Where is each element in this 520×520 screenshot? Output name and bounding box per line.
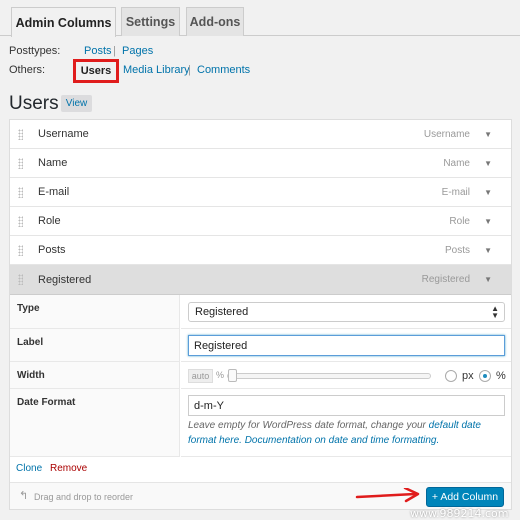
others-label: Others:	[9, 64, 46, 76]
drag-handle-icon[interactable]	[18, 274, 23, 285]
nav-link-media-library[interactable]: Media Library	[123, 64, 190, 76]
add-column-button[interactable]: + Add Column	[426, 487, 504, 507]
label-input-value: Registered	[194, 339, 248, 352]
width-unit-mark: %	[216, 370, 225, 380]
tab-settings[interactable]: Settings	[121, 7, 180, 36]
caret-down-icon[interactable]: ▼	[484, 217, 492, 226]
type-select[interactable]: Registered ▲ ▼	[188, 302, 505, 322]
column-type: Name	[443, 157, 470, 169]
tab-add-ons[interactable]: Add-ons	[186, 7, 244, 36]
date-format-cell: d-m-Y Leave empty for WordPress date for…	[181, 389, 511, 457]
column-type: E-mail	[441, 186, 470, 198]
caret-down-icon[interactable]: ▼	[484, 246, 492, 255]
date-format-value: d-m-Y	[194, 399, 224, 412]
width-unit-percent-radio[interactable]	[479, 370, 491, 382]
nav-link-posts[interactable]: Posts	[84, 45, 112, 57]
label-cell: Registered	[181, 329, 511, 362]
drag-handle-icon[interactable]	[18, 187, 23, 198]
width-slider-track[interactable]	[227, 373, 431, 379]
tab-admin-columns[interactable]: Admin Columns	[11, 7, 116, 37]
column-type: Posts	[444, 244, 470, 256]
caret-down-icon[interactable]: ▼	[484, 275, 492, 284]
nav-separator: |	[188, 64, 191, 76]
type-label: Type	[10, 295, 180, 329]
annotation-arrow-icon	[355, 488, 420, 503]
drag-handle-icon[interactable]	[18, 158, 23, 169]
date-format-input[interactable]: d-m-Y	[188, 395, 505, 416]
column-type: Role	[449, 215, 470, 227]
caret-down-icon[interactable]: ▼	[484, 159, 492, 168]
drag-handle-icon[interactable]	[18, 129, 23, 140]
caret-down-icon[interactable]: ▼	[484, 130, 492, 139]
caret-down-icon[interactable]: ▼	[484, 188, 492, 197]
tab-bar: Admin Columns Settings Add-ons	[0, 0, 520, 37]
column-row-username[interactable]: Username Username ▼	[10, 120, 511, 149]
width-cell: auto % px %	[181, 362, 511, 389]
column-row-role[interactable]: Role Role ▼	[10, 207, 511, 236]
width-label: Width	[10, 362, 180, 389]
drag-handle-icon[interactable]	[18, 245, 23, 256]
columns-panel: Username Username ▼ Name Name ▼ E-mail E…	[9, 119, 512, 510]
panel-footer: ↰ Drag and drop to reorder + Add Column	[10, 482, 511, 509]
drag-reorder-icon: ↰	[19, 490, 29, 502]
hint-text: Leave empty for WordPress date format, c…	[188, 420, 426, 431]
date-format-hint: Leave empty for WordPress date format, c…	[188, 418, 508, 448]
drag-hint: Drag and drop to reorder	[34, 492, 134, 502]
width-unit-px-label: px	[462, 370, 474, 382]
type-select-value: Registered	[195, 306, 249, 318]
remove-link[interactable]: Remove	[50, 463, 87, 474]
drag-handle-icon[interactable]	[18, 216, 23, 227]
column-label: Name	[38, 157, 68, 169]
nav-separator: |	[113, 45, 116, 57]
column-label: Role	[38, 215, 61, 227]
column-row-posts[interactable]: Posts Posts ▼	[10, 236, 511, 265]
column-settings: Type Registered ▲ ▼ Label Registered Widt…	[10, 295, 511, 457]
column-row-registered[interactable]: Registered Registered ▼	[10, 265, 511, 295]
column-label: E-mail	[38, 186, 70, 198]
width-unit-percent-label: %	[496, 370, 506, 382]
label-label: Label	[10, 329, 180, 362]
column-label: Registered	[38, 273, 92, 286]
nav-current-users[interactable]: Users	[73, 59, 119, 83]
posttypes-label: Posttypes:	[9, 45, 61, 57]
column-row-name[interactable]: Name Name ▼	[10, 149, 511, 178]
column-type: Username	[423, 128, 470, 140]
date-documentation-link[interactable]: Documentation on date and time formattin…	[245, 435, 440, 446]
clone-link[interactable]: Clone	[16, 463, 42, 474]
width-auto-value: auto	[188, 369, 213, 383]
width-unit-px-radio[interactable]	[445, 370, 457, 382]
column-label: Posts	[38, 244, 66, 256]
date-format-label: Date Format	[10, 389, 180, 457]
label-input[interactable]: Registered	[188, 335, 505, 356]
nav-link-comments[interactable]: Comments	[197, 64, 250, 76]
column-label: Username	[38, 128, 89, 140]
view-button[interactable]: View	[61, 95, 92, 112]
page-title: Users	[9, 93, 59, 114]
width-slider-handle[interactable]	[228, 369, 237, 382]
watermark-text: www.989214.com	[410, 507, 509, 520]
column-row-email[interactable]: E-mail E-mail ▼	[10, 178, 511, 207]
column-type: Registered	[421, 274, 470, 285]
nav-link-pages[interactable]: Pages	[122, 45, 153, 57]
select-arrows-icon: ▲ ▼	[491, 304, 499, 320]
type-cell: Registered ▲ ▼	[181, 295, 511, 329]
